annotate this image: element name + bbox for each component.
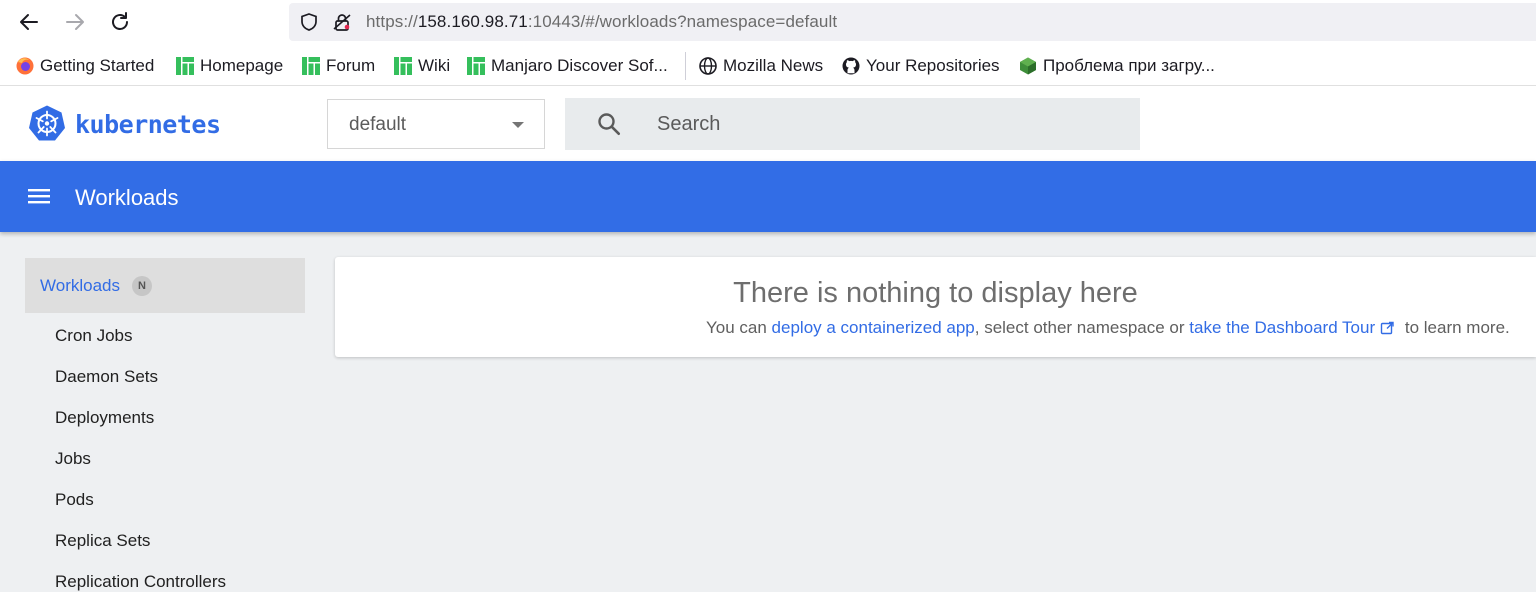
bookmark-manjaro-discover[interactable]: Manjaro Discover Sof...: [466, 55, 668, 77]
sidebar-section-workloads[interactable]: Workloads N: [25, 258, 305, 313]
manjaro-icon: [176, 57, 194, 75]
sidebar-item-replica-sets[interactable]: Replica Sets: [55, 531, 150, 551]
bookmarks-toolbar: Getting Started Homepage Forum Wiki Manj…: [0, 46, 1536, 86]
page-title: Workloads: [75, 185, 179, 210]
bookmark-mozilla-news[interactable]: Mozilla News: [698, 55, 823, 77]
kubernetes-logo-icon[interactable]: [28, 104, 66, 142]
shield-icon[interactable]: [299, 12, 319, 32]
dashboard-tour-link[interactable]: take the Dashboard Tour: [1189, 318, 1375, 338]
arrow-right-icon: [66, 14, 84, 30]
manjaro-icon: [467, 57, 485, 75]
search-icon: [598, 113, 620, 135]
namespace-select[interactable]: default: [327, 99, 545, 149]
empty-state-card: There is nothing to display here You can…: [335, 257, 1536, 357]
empty-state-title: There is nothing to display here: [733, 277, 1138, 309]
page-toolbar: Workloads: [0, 161, 1536, 232]
sidebar-item-deployments[interactable]: Deployments: [55, 408, 154, 428]
namespaced-badge: N: [132, 276, 152, 296]
reload-button[interactable]: [106, 8, 134, 36]
dropdown-caret-icon: [512, 122, 524, 128]
deploy-app-link[interactable]: deploy a containerized app: [772, 318, 975, 338]
bookmark-getting-started[interactable]: Getting Started: [15, 55, 154, 77]
url-text[interactable]: https://158.160.98.71:10443/#/workloads?…: [366, 12, 837, 32]
cube-icon: [1020, 57, 1036, 75]
manjaro-icon: [302, 57, 320, 75]
forward-button[interactable]: [61, 8, 89, 36]
app-header: kubernetes default: [0, 86, 1536, 161]
arrow-left-icon: [20, 14, 38, 30]
search-box[interactable]: [565, 98, 1140, 150]
bookmark-homepage[interactable]: Homepage: [175, 55, 283, 77]
insecure-lock-icon[interactable]: [332, 12, 352, 32]
globe-icon: [699, 57, 717, 75]
bookmark-your-repositories[interactable]: Your Repositories: [841, 55, 1000, 77]
search-input[interactable]: [657, 98, 1117, 150]
empty-state-text-part: to learn more.: [1400, 318, 1510, 337]
url-bar[interactable]: https://158.160.98.71:10443/#/workloads?…: [289, 3, 1536, 41]
sidebar: Workloads N Cron Jobs Daemon Sets Deploy…: [25, 258, 305, 591]
bookmark-forum[interactable]: Forum: [301, 55, 375, 77]
browser-nav-bar: https://158.160.98.71:10443/#/workloads?…: [0, 0, 1536, 46]
bookmark-wiki[interactable]: Wiki: [393, 55, 450, 77]
namespace-value: default: [349, 114, 407, 135]
back-button[interactable]: [15, 8, 43, 36]
sidebar-item-cron-jobs[interactable]: Cron Jobs: [55, 326, 132, 346]
firefox-icon: [16, 57, 34, 75]
empty-state-text-part: You can: [706, 318, 772, 337]
github-icon: [842, 57, 860, 75]
sidebar-item-pods[interactable]: Pods: [55, 490, 94, 510]
sidebar-item-daemon-sets[interactable]: Daemon Sets: [55, 367, 158, 387]
hamburger-menu-icon[interactable]: [26, 185, 52, 207]
empty-state-text: You can deploy a containerized app , sel…: [706, 318, 1510, 338]
external-link-icon[interactable]: [1380, 321, 1394, 335]
sidebar-item-jobs[interactable]: Jobs: [55, 449, 91, 469]
empty-state-text-part: , select other namespace or: [974, 318, 1190, 337]
reload-icon: [112, 12, 128, 30]
brand-name[interactable]: kubernetes: [75, 110, 221, 139]
sidebar-item-replication-controllers[interactable]: Replication Controllers: [55, 572, 226, 592]
sidebar-section-label: Workloads: [40, 276, 120, 295]
bookmarks-separator: [685, 52, 686, 80]
bookmark-problem-loading[interactable]: Проблема при загру...: [1018, 55, 1215, 77]
manjaro-icon: [394, 57, 412, 75]
